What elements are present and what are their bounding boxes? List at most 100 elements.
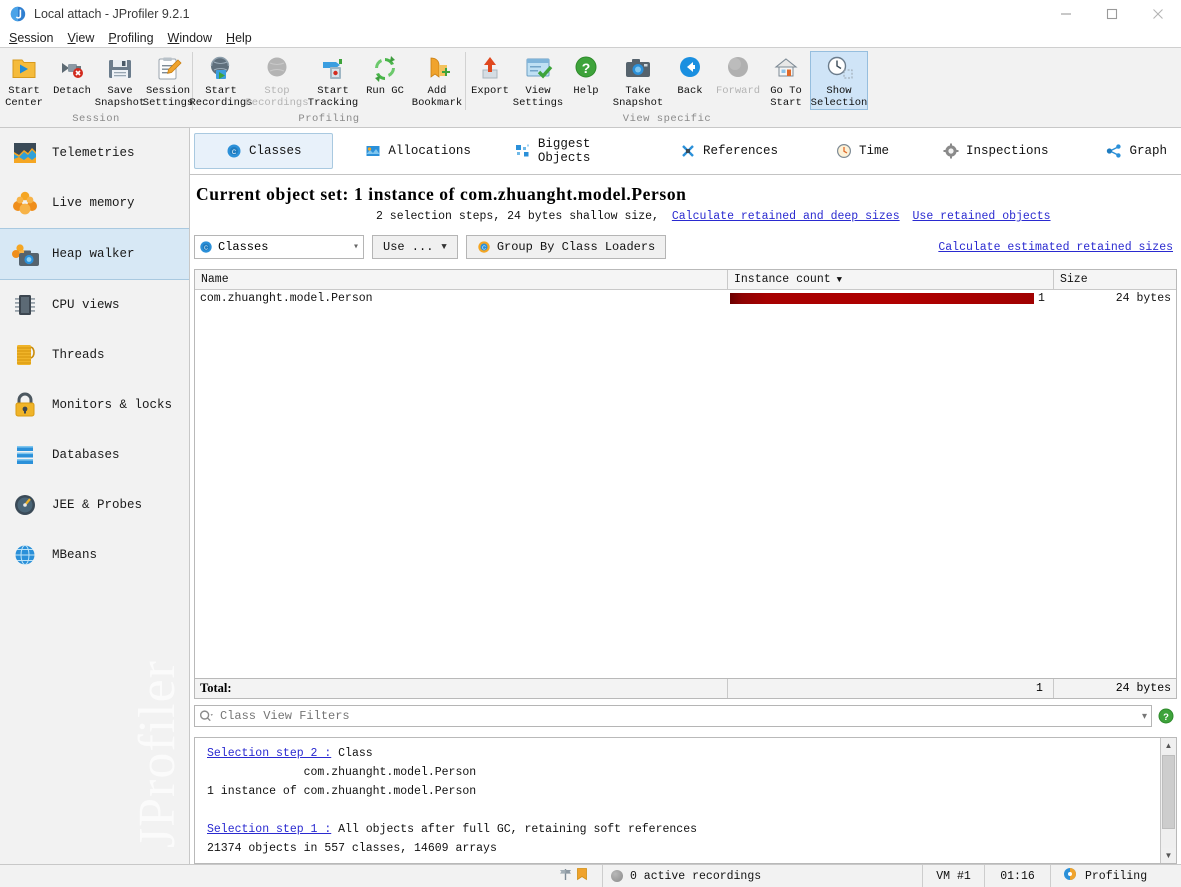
toolbar-group-profiling: Start Recordings Stop Recordings Start T… [190,48,465,127]
export-icon [474,54,506,84]
selection-steps-content: Selection step 2 : Class com.zhuanght.mo… [195,738,1160,863]
start-tracking-label: Start Tracking [307,85,359,109]
inspections-icon [943,143,959,159]
filter-help-icon[interactable]: ? [1158,708,1174,724]
sidebar-item-mbeans[interactable]: MBeans [0,530,189,580]
use-retained-objects-link[interactable]: Use retained objects [913,210,1051,223]
table-row[interactable]: com.zhuanght.model.Person 1 24 bytes [195,290,1176,307]
show-selection-button[interactable]: Show Selection [810,51,868,110]
start-tracking-button[interactable]: Start Tracking [305,51,361,109]
sidebar-item-threads-label: Threads [52,348,105,362]
sidebar-item-monitors-locks[interactable]: Monitors & locks [0,380,189,430]
sidebar-item-jee-probes[interactable]: JEE & Probes [0,480,189,530]
minimize-icon[interactable] [1043,0,1089,28]
selection-step-2-link[interactable]: Selection step 2 : [207,747,331,760]
sidebar-item-heap-walker-label: Heap walker [52,247,135,261]
tab-time-label: Time [858,144,889,158]
session-settings-button[interactable]: Session Settings [143,51,193,109]
tab-biggest-objects-label: Biggest Objects [537,137,591,165]
scroll-down-icon[interactable]: ▼ [1161,848,1176,863]
bookmark-icon[interactable] [576,867,588,885]
help-button[interactable]: ? Help [562,51,610,98]
add-bookmark-icon [421,54,453,84]
sidebar: Telemetries Live memory Heap walker CPU … [0,128,190,864]
signpost-icon[interactable] [559,867,572,885]
menu-window[interactable]: Window [161,29,219,47]
menu-view[interactable]: View [60,29,101,47]
selection-step-2-class: com.zhuanght.model.Person [207,766,477,779]
view-mode-combo[interactable]: C Classes ▾ [194,235,364,259]
tab-time[interactable]: Time [824,134,901,168]
column-header-instance-count-label: Instance count [734,273,831,286]
view-settings-button[interactable]: View Settings [512,51,564,109]
back-button[interactable]: Back [666,51,714,98]
tab-allocations[interactable]: Allocations [353,134,483,168]
chevron-down-icon[interactable]: ▾ [1142,711,1147,722]
start-center-button[interactable]: Start Center [0,51,48,109]
sidebar-item-heap-walker[interactable]: Heap walker [0,228,189,280]
sidebar-item-live-memory[interactable]: Live memory [0,178,189,228]
export-button[interactable]: Export [466,51,514,98]
jee-probes-icon [8,488,42,522]
take-snapshot-button[interactable]: Take Snapshot [610,51,666,109]
column-header-instance-count[interactable]: Instance count ▼ [728,270,1054,289]
cpu-views-icon [8,288,42,322]
menu-session[interactable]: Session [2,29,60,47]
status-recordings[interactable]: 0 active recordings [603,865,923,887]
cell-instance-count: 1 [728,290,1054,307]
telemetries-icon [8,136,42,170]
scroll-up-icon[interactable]: ▲ [1161,738,1176,753]
title-bar: Local attach - JProfiler 9.2.1 [0,0,1181,28]
go-to-start-button[interactable]: Go To Start [762,51,810,109]
sidebar-item-threads[interactable]: Threads [0,330,189,380]
calculate-retained-deep-sizes-link[interactable]: Calculate retained and deep sizes [672,210,900,223]
detach-button[interactable]: Detach [48,51,96,98]
class-view-filter-input[interactable] [218,708,1138,724]
selection-step-1-link[interactable]: Selection step 1 : [207,823,331,836]
svg-text:?: ? [582,60,591,76]
cell-instance-count-value: 1 [1038,292,1045,305]
calculate-estimated-retained-sizes-link[interactable]: Calculate estimated retained sizes [938,241,1173,254]
view-settings-label: View Settings [512,85,564,109]
class-view-filter[interactable]: ▾ [194,705,1152,727]
selection-steps-panel: Selection step 2 : Class com.zhuanght.mo… [194,737,1177,864]
save-snapshot-button[interactable]: Save Snapshot [95,51,145,109]
scroll-thumb[interactable] [1162,755,1175,829]
use-button[interactable]: Use ... ▼ [372,235,458,259]
selection-step-2-instances: 1 instance of com.zhuanght.model.Person [207,785,477,798]
tab-biggest-objects[interactable]: Biggest Objects [503,134,648,168]
column-header-name-label: Name [201,273,229,286]
body: Telemetries Live memory Heap walker CPU … [0,128,1181,864]
forward-label: Forward [715,85,761,97]
sidebar-item-telemetries[interactable]: Telemetries [0,128,189,178]
cell-size: 24 bytes [1115,292,1171,305]
sidebar-item-cpu-views[interactable]: CPU views [0,280,189,330]
menu-help[interactable]: Help [219,29,259,47]
menu-profiling[interactable]: Profiling [101,29,160,47]
table-total-row: Total: 1 24 bytes [194,678,1177,699]
start-recordings-button[interactable]: Start Recordings [190,51,253,109]
menu-window-label: indow [179,30,213,45]
sidebar-item-jee-probes-label: JEE & Probes [52,498,143,512]
save-snapshot-icon [104,54,136,84]
tab-inspections[interactable]: Inspections [931,134,1061,168]
column-header-size[interactable]: Size [1054,270,1176,289]
add-bookmark-button[interactable]: Add Bookmark [409,51,465,109]
sidebar-item-databases[interactable]: Databases [0,430,189,480]
group-by-class-loaders-button[interactable]: C Group By Class Loaders [465,235,667,259]
toolbar-group-profiling-label: Profiling [298,113,360,125]
scroll-track[interactable] [1161,753,1176,848]
tab-graph[interactable]: Graph [1094,134,1179,168]
detach-icon [56,54,88,84]
column-header-name[interactable]: Name [195,270,728,289]
object-set-header: Current object set: 1 instance of com.zh… [190,175,1181,223]
object-set-subtext: 2 selection steps, 24 bytes shallow size… [376,210,659,223]
tab-references[interactable]: References [668,134,790,168]
selection-step-1-text: All objects after full GC, retaining sof… [331,823,697,836]
close-icon[interactable] [1135,0,1181,28]
maximize-icon[interactable] [1089,0,1135,28]
time-icon [836,143,852,159]
run-gc-button[interactable]: Run GC [361,51,409,98]
details-scrollbar[interactable]: ▲ ▼ [1160,738,1176,863]
tab-classes[interactable]: C Classes [194,133,334,169]
